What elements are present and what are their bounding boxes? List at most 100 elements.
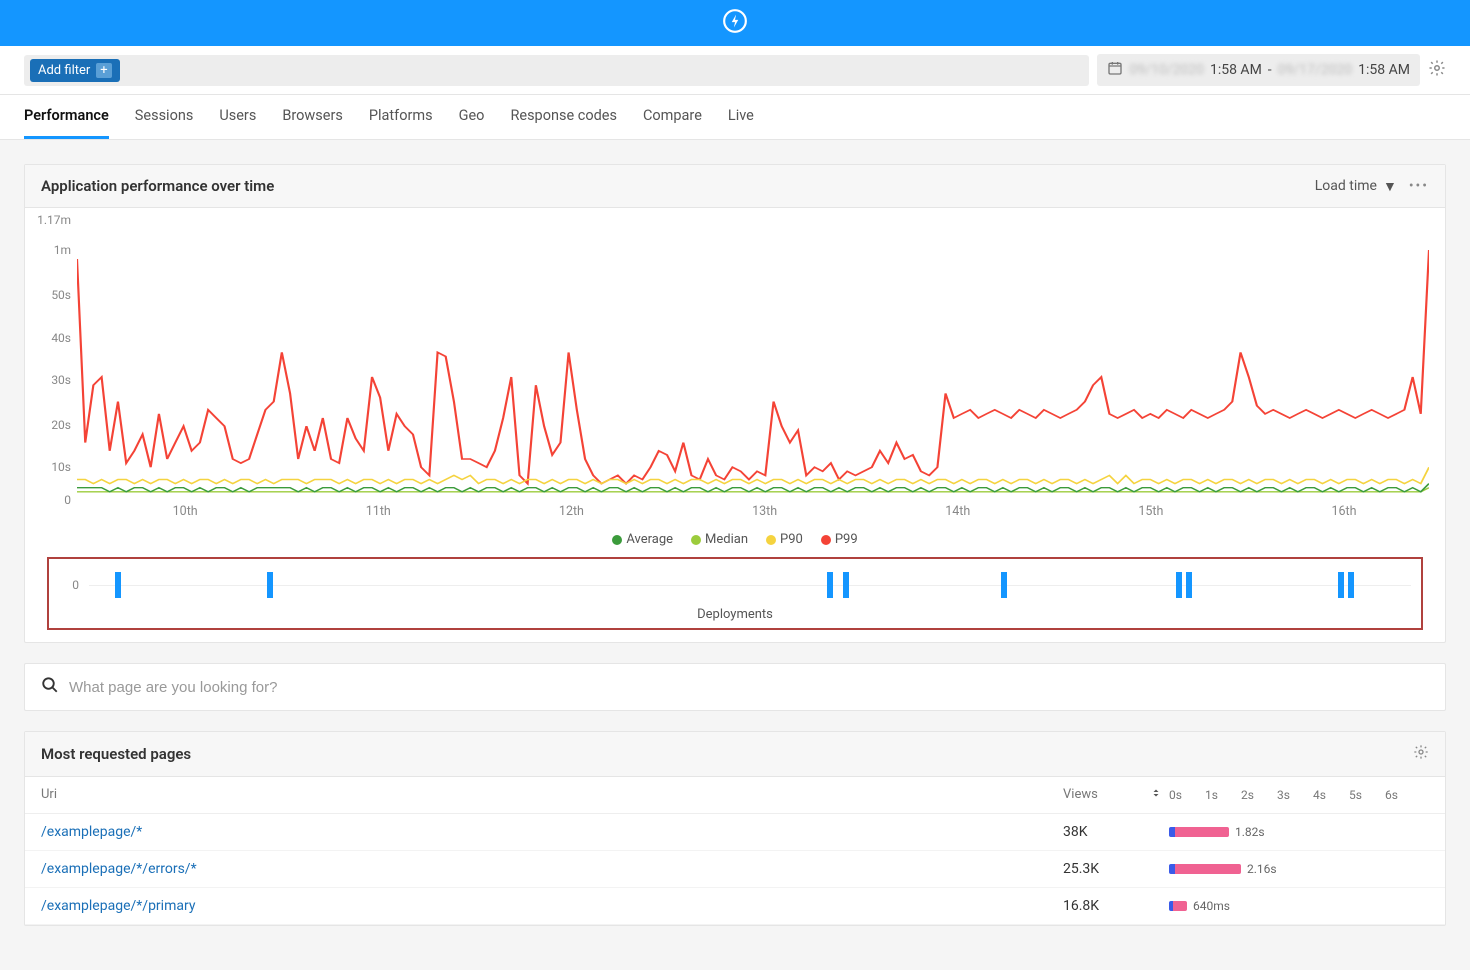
time-bar: 2.16s (1169, 862, 1429, 876)
y-tick-label: 10s (51, 460, 71, 474)
date-end: 09/17/2020 (1278, 62, 1353, 78)
table-row: /examplepage/* 38K 1.82s (25, 814, 1445, 851)
time-bar: 640ms (1169, 899, 1429, 913)
page-search-input[interactable] (69, 679, 1429, 696)
scale-tick: 0s (1169, 788, 1205, 802)
views-value: 16.8K (1063, 898, 1143, 914)
tab-browsers[interactable]: Browsers (282, 95, 343, 139)
chart-legend: Average Median P90 P99 (41, 526, 1429, 557)
deployment-marker[interactable] (827, 572, 833, 598)
y-tick-label: 50s (51, 288, 71, 302)
time-scale-header: 0s1s2s3s4s5s6s (1169, 787, 1429, 803)
views-value: 38K (1063, 824, 1143, 840)
plus-icon: + (96, 63, 111, 78)
y-tick-label: 1.17m (37, 213, 71, 227)
gear-icon[interactable] (1428, 59, 1446, 81)
lightning-icon (722, 8, 748, 38)
chevron-down-icon: ▼ (1383, 178, 1397, 195)
table-row: /examplepage/*/primary 16.8K 640ms (25, 888, 1445, 925)
deployment-marker[interactable] (267, 572, 273, 598)
performance-panel-head: Application performance over time Load t… (25, 165, 1445, 208)
time-label: 1.82s (1235, 825, 1265, 839)
x-tick-label: 16th (1332, 504, 1357, 519)
date-range-picker[interactable]: 09/10/2020 1:58 AM - 09/17/2020 1:58 AM (1097, 54, 1420, 86)
time-end: 1:58 AM (1358, 62, 1410, 78)
tab-sessions[interactable]: Sessions (135, 95, 194, 139)
page-uri-link[interactable]: /examplepage/*/errors/* (41, 861, 197, 877)
metric-selector-label: Load time (1315, 178, 1377, 194)
page-uri-link[interactable]: /examplepage/* (41, 824, 142, 840)
add-filter-label: Add filter (38, 63, 90, 78)
date-start: 09/10/2020 (1129, 62, 1204, 78)
filter-box[interactable]: Add filter + (24, 55, 1089, 86)
time-bar: 1.82s (1169, 825, 1429, 839)
more-icon[interactable]: ••• (1409, 178, 1429, 194)
pages-table-header: Uri Views 0s1s2s3s4s5s6s (25, 777, 1445, 814)
time-label: 640ms (1193, 899, 1230, 913)
y-tick-label: 20s (51, 418, 71, 432)
tab-live[interactable]: Live (728, 95, 754, 139)
x-tick-label: 14th (945, 504, 970, 519)
line-chart[interactable]: 1.17m1m50s40s30s20s10s0 (77, 220, 1429, 500)
time-label: 2.16s (1247, 862, 1277, 876)
legend-item[interactable]: Median (691, 532, 748, 547)
scale-tick: 2s (1241, 788, 1277, 802)
chart-area: 1.17m1m50s40s30s20s10s0 10th11th12th13th… (25, 208, 1445, 642)
y-tick-label: 1m (54, 243, 71, 257)
app-header (0, 0, 1470, 46)
deployment-marker[interactable] (1338, 572, 1344, 598)
pages-panel: Most requested pages Uri Views 0s1s2s3s4… (24, 731, 1446, 926)
x-tick-label: 15th (1138, 504, 1163, 519)
legend-item[interactable]: P99 (821, 532, 858, 547)
x-tick-label: 11th (366, 504, 391, 519)
deployments-zero-label: 0 (72, 578, 79, 592)
deployments-section: 0 Deployments (47, 557, 1423, 630)
deployment-marker[interactable] (843, 572, 849, 598)
tab-platforms[interactable]: Platforms (369, 95, 433, 139)
x-tick-label: 13th (752, 504, 777, 519)
scale-tick: 3s (1277, 788, 1313, 802)
scale-tick: 1s (1205, 788, 1241, 802)
scale-tick: 4s (1313, 788, 1349, 802)
deployment-marker[interactable] (1001, 572, 1007, 598)
calendar-icon (1107, 60, 1123, 80)
x-tick-label: 10th (173, 504, 198, 519)
y-tick-label: 30s (51, 373, 71, 387)
performance-panel-title: Application performance over time (41, 177, 274, 195)
performance-panel: Application performance over time Load t… (24, 164, 1446, 643)
deployments-label: Deployments (59, 603, 1411, 622)
scale-tick: 5s (1349, 788, 1385, 802)
date-sep: - (1268, 62, 1272, 78)
tab-performance[interactable]: Performance (24, 95, 109, 139)
pages-panel-title: Most requested pages (41, 745, 191, 763)
tabs-bar: Performance Sessions Users Browsers Platform… (0, 95, 1470, 140)
tab-response-codes[interactable]: Response codes (510, 95, 617, 139)
sort-icon[interactable] (1143, 787, 1169, 803)
deployment-marker[interactable] (1176, 572, 1182, 598)
deployment-marker[interactable] (115, 572, 121, 598)
legend-item[interactable]: P90 (766, 532, 803, 547)
gear-icon[interactable] (1413, 744, 1429, 764)
y-tick-label: 40s (51, 331, 71, 345)
add-filter-button[interactable]: Add filter + (30, 59, 120, 82)
search-icon (41, 676, 59, 698)
col-uri-header[interactable]: Uri (41, 787, 1063, 803)
chart-x-axis: 10th 11th 12th 13th 14th 15th 16th (77, 500, 1429, 526)
scale-tick: 6s (1385, 788, 1421, 802)
page-search-panel (24, 663, 1446, 711)
col-views-header[interactable]: Views (1063, 787, 1143, 803)
metric-selector[interactable]: Load time ▼ (1315, 178, 1397, 195)
deployments-track[interactable]: 0 (89, 567, 1411, 603)
y-tick-label: 0 (64, 493, 71, 507)
deployment-marker[interactable] (1348, 572, 1354, 598)
views-value: 25.3K (1063, 861, 1143, 877)
legend-item[interactable]: Average (612, 532, 673, 547)
x-tick-label: 12th (559, 504, 584, 519)
table-row: /examplepage/*/errors/* 25.3K 2.16s (25, 851, 1445, 888)
deployment-marker[interactable] (1186, 572, 1192, 598)
filter-bar: Add filter + 09/10/2020 1:58 AM - 09/17/… (0, 46, 1470, 95)
tab-geo[interactable]: Geo (459, 95, 485, 139)
tab-users[interactable]: Users (219, 95, 256, 139)
page-uri-link[interactable]: /examplepage/*/primary (41, 898, 195, 914)
tab-compare[interactable]: Compare (643, 95, 702, 139)
